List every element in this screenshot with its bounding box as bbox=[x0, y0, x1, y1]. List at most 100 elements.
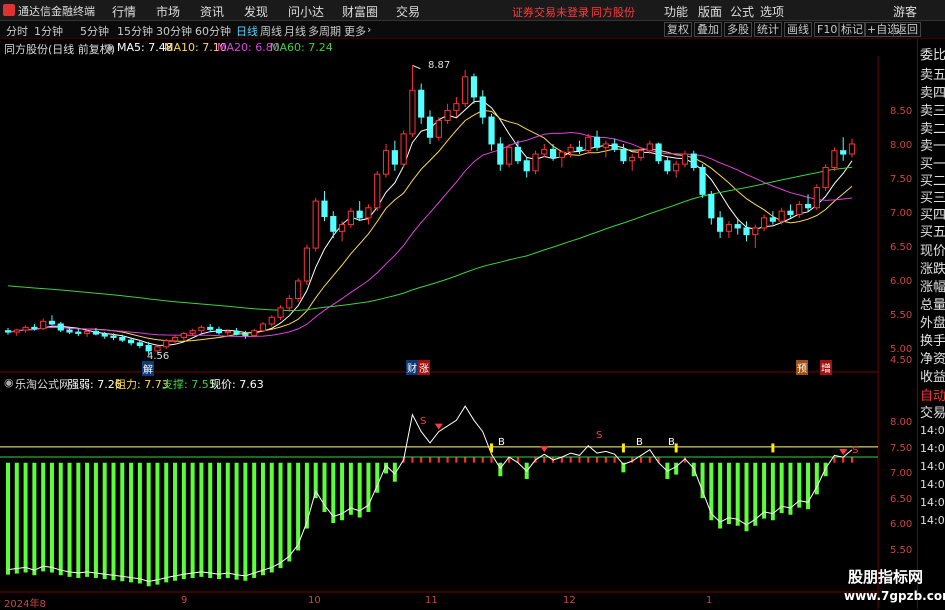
quote-sidebar: 委比 卖五 卖四 卖三 卖二 卖一 买一 买二 买三 买四 买五 现价 涨跌 涨… bbox=[917, 39, 945, 609]
tag-jie[interactable]: 解 bbox=[142, 361, 154, 376]
ma10-line bbox=[7, 109, 853, 342]
sidebar-item-weibi[interactable]: 委比 bbox=[920, 48, 945, 63]
candle-body bbox=[418, 89, 425, 118]
sidebar-item-auto[interactable]: 自动 bbox=[920, 389, 945, 404]
candle-body bbox=[717, 217, 724, 232]
sidebar-item-buy1[interactable]: 买一 bbox=[920, 157, 945, 172]
candle-body bbox=[295, 280, 302, 299]
date-tick: 11 bbox=[425, 595, 438, 606]
candle-body bbox=[312, 200, 319, 249]
candle-body bbox=[611, 143, 618, 150]
sidebar-item-buy3[interactable]: 买三 bbox=[920, 191, 945, 206]
candle-body bbox=[804, 203, 812, 209]
buy-marker-icon bbox=[621, 443, 625, 453]
candle-body bbox=[690, 153, 697, 168]
candle-body bbox=[268, 316, 275, 325]
sidebar-item-outer[interactable]: 外盘 bbox=[920, 316, 945, 331]
date-tick: 12 bbox=[563, 595, 576, 606]
candle-body bbox=[699, 166, 706, 195]
candle-body bbox=[629, 156, 636, 162]
candle-body bbox=[198, 326, 205, 332]
price-tick: 6.00 bbox=[890, 276, 913, 287]
candle-body bbox=[725, 224, 733, 232]
candle-body bbox=[207, 326, 214, 330]
candle-body bbox=[321, 200, 328, 218]
candle-body bbox=[171, 336, 179, 342]
candle-body bbox=[752, 227, 759, 236]
candle-body bbox=[84, 330, 91, 334]
candle-body bbox=[585, 136, 592, 152]
candle-body bbox=[470, 76, 478, 98]
tag-yu[interactable]: 预 bbox=[796, 360, 808, 375]
tag-zeng[interactable]: 增 bbox=[820, 360, 832, 375]
sidebar-time: 14:00 bbox=[920, 424, 945, 437]
candle-body bbox=[233, 330, 240, 335]
candle-body bbox=[549, 148, 557, 158]
candle-body bbox=[136, 342, 143, 346]
sell-arrow-icon bbox=[434, 423, 443, 430]
sidebar-item-net-asset[interactable]: 净资 bbox=[920, 352, 945, 367]
sidebar-item-change[interactable]: 涨跌 bbox=[920, 262, 945, 277]
sidebar-item-buy2[interactable]: 买二 bbox=[920, 174, 945, 189]
candle-body bbox=[488, 116, 495, 145]
candle-body bbox=[57, 323, 64, 331]
candle-body bbox=[840, 150, 847, 155]
candle-body bbox=[286, 297, 293, 309]
sidebar-item-sell1[interactable]: 卖一 bbox=[920, 139, 945, 154]
candle-body bbox=[822, 166, 829, 189]
price-tick: 8.50 bbox=[890, 106, 913, 117]
buy-marker-icon bbox=[490, 443, 494, 453]
sidebar-item-buy5[interactable]: 买五 bbox=[920, 225, 945, 240]
sidebar-item-price[interactable]: 现价 bbox=[920, 244, 945, 259]
sidebar-time: 14:00 bbox=[920, 514, 945, 527]
sidebar-item-buy4[interactable]: 买四 bbox=[920, 208, 945, 223]
candle-body bbox=[356, 210, 363, 219]
candle-body bbox=[681, 153, 689, 165]
sidebar-item-trade[interactable]: 交易 bbox=[920, 406, 945, 421]
candle-body bbox=[673, 163, 680, 172]
candle-body bbox=[189, 330, 196, 334]
sidebar-item-sell3[interactable]: 卖三 bbox=[920, 104, 945, 119]
candle-body bbox=[708, 193, 715, 219]
candle-body bbox=[374, 173, 381, 209]
candle-body bbox=[453, 103, 460, 111]
candle-body bbox=[66, 329, 73, 333]
candle-body bbox=[382, 150, 390, 175]
candle-body bbox=[110, 335, 117, 338]
candle-body bbox=[92, 330, 100, 335]
candle-body bbox=[541, 148, 548, 155]
price-tick: 5.50 bbox=[890, 310, 913, 321]
candle-body bbox=[13, 329, 20, 333]
kline-chart[interactable] bbox=[0, 0, 945, 609]
indicator-tick: 7.00 bbox=[890, 468, 913, 479]
tag-cai[interactable]: 财 bbox=[406, 360, 418, 375]
candle-body bbox=[435, 119, 442, 138]
sidebar-item-change-pct[interactable]: 涨幅 bbox=[920, 280, 945, 295]
sell-signal: S bbox=[596, 430, 603, 441]
sidebar-item-sell4[interactable]: 卖四 bbox=[920, 86, 945, 101]
candle-body bbox=[365, 207, 372, 219]
high-marker bbox=[412, 64, 421, 70]
indicator-tick: 6.50 bbox=[890, 494, 913, 505]
watermark-url: www.7gpzb.com bbox=[844, 589, 945, 603]
candle-body bbox=[567, 146, 574, 153]
candle-body bbox=[251, 330, 258, 336]
candle-body bbox=[646, 143, 653, 152]
candle-body bbox=[215, 328, 223, 334]
sidebar-item-sell2[interactable]: 卖二 bbox=[920, 122, 945, 137]
candle-body bbox=[532, 153, 539, 172]
sidebar-item-sell5[interactable]: 卖五 bbox=[920, 68, 945, 83]
price-tick: 6.50 bbox=[890, 242, 913, 253]
candle-body bbox=[506, 146, 513, 165]
sidebar-item-earnings[interactable]: 收益 bbox=[920, 370, 945, 385]
sidebar-item-volume[interactable]: 总量 bbox=[920, 298, 945, 313]
candle-body bbox=[576, 146, 583, 152]
candle-body bbox=[22, 326, 29, 331]
sidebar-item-turnover[interactable]: 换手 bbox=[920, 334, 945, 349]
indicator-tick: 6.00 bbox=[890, 519, 913, 530]
sidebar-time: 14:00 bbox=[920, 442, 945, 455]
candle-body bbox=[593, 136, 601, 148]
candle-body bbox=[558, 151, 565, 158]
tag-zhang[interactable]: 涨 bbox=[418, 360, 430, 375]
candle-body bbox=[664, 160, 671, 172]
